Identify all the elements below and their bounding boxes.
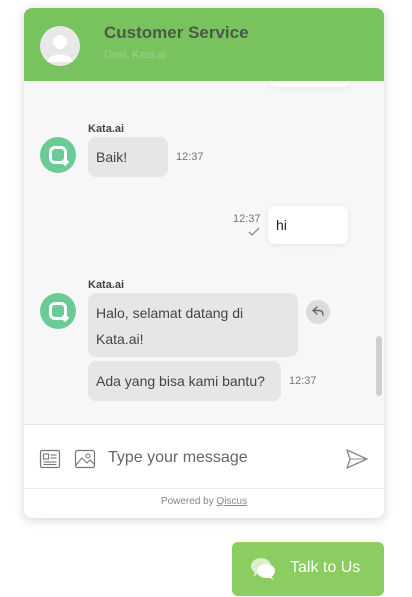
send-icon (344, 449, 370, 475)
sender-name: Kata.ai (88, 279, 125, 291)
kata-q-logo-icon (40, 137, 76, 173)
user-silhouette-icon (40, 26, 80, 66)
partial-message-bubble (268, 81, 352, 87)
chat-bubbles-icon (250, 557, 276, 581)
send-button[interactable] (344, 447, 370, 471)
message-text: hi (276, 217, 287, 233)
incoming-message-bubble: Baik! (88, 137, 168, 177)
message-list[interactable]: Kata.ai Baik! 12:37 12:37 hi Kata.ai Hal… (24, 81, 384, 434)
scrollbar-thumb[interactable] (376, 336, 382, 396)
outgoing-message-bubble: hi (268, 206, 348, 244)
message-time: 12:37 (176, 151, 204, 163)
message-text-line: Kata.ai! (96, 331, 144, 347)
talk-to-us-label: Talk to Us (290, 559, 361, 576)
reply-icon (312, 303, 324, 321)
talk-to-us-button[interactable]: Talk to Us (232, 542, 384, 596)
qiscus-link[interactable]: Qiscus (217, 496, 248, 507)
message-text-line: Halo, selamat datang di (96, 305, 244, 321)
chat-header: Customer Service Desi, Kata.ai (24, 8, 384, 81)
image-icon[interactable] (74, 448, 96, 470)
chat-widget: Customer Service Desi, Kata.ai Kata.ai B… (24, 8, 384, 518)
header-subtitle: Desi, Kata.ai (104, 49, 167, 61)
message-composer (24, 424, 384, 488)
incoming-message-bubble: Ada yang bisa kami bantu? (88, 361, 281, 401)
message-input[interactable] (108, 443, 338, 473)
kata-q-logo-icon (40, 293, 76, 329)
reply-button[interactable] (306, 300, 330, 324)
powered-by-footer: Powered by Qiscus (24, 488, 384, 518)
sender-name: Kata.ai (88, 123, 125, 135)
document-icon[interactable] (39, 448, 61, 470)
message-text: Ada yang bisa kami bantu? (96, 373, 265, 389)
message-text: Baik! (96, 149, 128, 165)
check-icon (247, 224, 261, 236)
message-time: 12:37 (289, 375, 317, 387)
incoming-message-bubble: Halo, selamat datang di Kata.ai! (88, 293, 298, 357)
powered-by-label: Powered by (160, 496, 214, 507)
header-title: Customer Service (104, 23, 249, 42)
